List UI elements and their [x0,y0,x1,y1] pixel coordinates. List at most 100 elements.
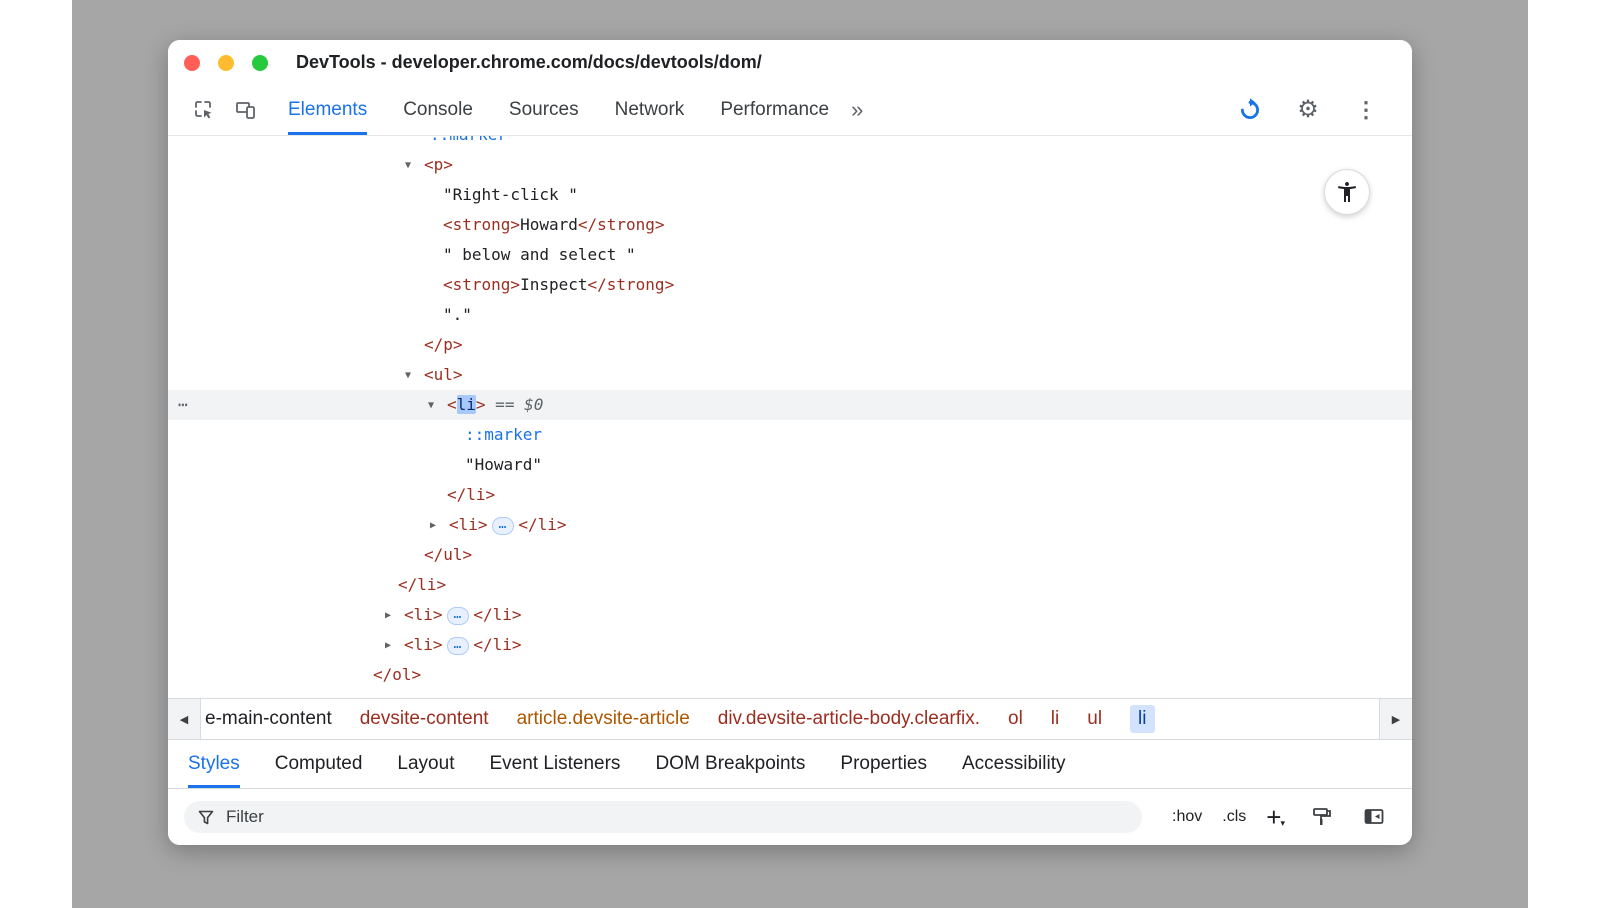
dom-tree-row[interactable]: "Howard" [168,450,1412,480]
dom-tree-row[interactable]: "Right-click " [168,180,1412,210]
tab-console[interactable]: Console [403,85,473,135]
dom-node-text: "." [443,305,472,324]
breadcrumb-items: e-main-content devsite-content article.dev… [201,699,1379,739]
collapse-arrow-icon[interactable]: ▶ [385,601,404,631]
tab-elements[interactable]: Elements [288,85,367,135]
traffic-lights [168,55,268,71]
dom-tree-row[interactable]: ▼<p> [168,150,1412,180]
breadcrumb-item[interactable]: ol [1008,708,1023,730]
dom-tree-row[interactable]: ▶<li>…</li> [168,630,1412,660]
dom-node-text: </li> [518,515,566,534]
dom-tree-row[interactable]: ▶<li>…</li> [168,600,1412,630]
breadcrumb-scroll-left-button[interactable]: ◀ [168,699,201,739]
inspect-element-icon[interactable] [188,94,220,126]
main-toolbar: Elements Console Sources Network Performance… [168,85,1412,136]
filter-input-wrap [184,801,1142,833]
breadcrumb-item[interactable]: article.devsite-article [517,708,690,730]
dom-tree-row[interactable]: ▼<ul> [168,360,1412,390]
sidebar-tab-properties[interactable]: Properties [840,740,927,788]
breadcrumb-item[interactable]: devsite-content [360,708,489,730]
sidebar-tab-styles[interactable]: Styles [188,740,240,788]
dom-tree-panel: ::marker▼<p>"Right-click "<strong>Howard… [168,136,1412,698]
dom-tree-row[interactable]: ▶<li>…</li> [168,510,1412,540]
sidebar-toggle-icon[interactable] [1358,801,1390,833]
tab-performance[interactable]: Performance [720,85,829,135]
dom-node-text: li [457,395,476,414]
dom-tree-row[interactable]: <strong>Inspect</strong> [168,270,1412,300]
minimize-button[interactable] [218,55,234,71]
kebab-glyph: ⋮ [1355,99,1377,121]
breadcrumb-item[interactable]: e-main-content [205,708,332,730]
dom-node-text: "Howard" [465,455,542,474]
dom-node-text: <li> [404,605,443,624]
devtools-window: DevTools - developer.chrome.com/docs/dev… [168,40,1412,845]
background: DevTools - developer.chrome.com/docs/dev… [72,0,1528,908]
dom-tree-row[interactable]: </li> [168,570,1412,600]
new-style-rule-button[interactable]: + ▾ [1266,804,1286,830]
dom-node-text: </ul> [424,545,472,564]
tab-network[interactable]: Network [615,85,685,135]
settings-gear-icon[interactable]: ⚙ [1292,94,1324,126]
dom-tree-row[interactable]: <strong>Howard</strong> [168,210,1412,240]
dom-tree-row[interactable]: </li> [168,480,1412,510]
dom-tree-row[interactable]: ::marker [168,136,1412,150]
accessibility-icon [1335,180,1359,204]
plus-glyph: + [1266,804,1281,830]
gear-glyph: ⚙ [1297,98,1319,122]
dom-tree-row[interactable]: </ul> [168,540,1412,570]
toolbar-right: ⚙ ⋮ [1234,85,1392,135]
dom-node-text: Howard [520,215,578,234]
tab-sources[interactable]: Sources [509,85,579,135]
breadcrumb-scroll-right-button[interactable]: ▶ [1379,699,1412,739]
filter-input[interactable] [224,806,1128,828]
dom-node-text: == [486,395,525,414]
element-classes-button[interactable]: .cls [1222,808,1246,826]
caret-icon: ▾ [1280,819,1285,828]
expand-arrow-icon[interactable]: ▼ [405,361,424,391]
breadcrumb-item[interactable]: li [1130,705,1154,733]
breadcrumb-item[interactable]: li [1051,708,1059,730]
update-available-icon[interactable] [1234,94,1266,126]
expand-arrow-icon[interactable]: ▼ [428,391,447,421]
device-toolbar-icon[interactable] [230,94,262,126]
dom-node-text: </p> [424,335,463,354]
dom-tree-row[interactable]: </ol> [168,660,1412,690]
sidebar-tab-accessibility[interactable]: Accessibility [962,740,1065,788]
dom-node-text: </li> [473,605,521,624]
dom-tree-row[interactable]: ⋯▼<li> == $0 [168,390,1412,420]
dom-node-text: " below and select " [443,245,636,264]
collapsed-content-pill[interactable]: … [447,637,470,655]
dom-node-text: </li> [447,485,495,504]
sidebar-tab-event-listeners[interactable]: Event Listeners [489,740,620,788]
dom-node-text: ::marker [465,425,542,444]
collapse-arrow-icon[interactable]: ▶ [430,511,449,541]
dom-tree-row[interactable]: "." [168,300,1412,330]
sidebar-tab-layout[interactable]: Layout [397,740,454,788]
maximize-button[interactable] [252,55,268,71]
sidebar-tab-computed[interactable]: Computed [275,740,363,788]
row-more-actions-icon[interactable]: ⋯ [178,390,189,420]
more-options-icon[interactable]: ⋮ [1350,94,1382,126]
collapse-arrow-icon[interactable]: ▶ [385,631,404,661]
breadcrumb: ◀ e-main-content devsite-content article.d… [168,698,1412,740]
dom-node-text: <strong> [443,275,520,294]
expand-arrow-icon[interactable]: ▼ [405,151,424,181]
paint-roller-icon[interactable] [1306,801,1338,833]
dom-node-text: "Right-click " [443,185,578,204]
more-tabs-button[interactable]: » [851,97,863,123]
dom-tree: ::marker▼<p>"Right-click "<strong>Howard… [168,136,1412,698]
close-button[interactable] [184,55,200,71]
collapsed-content-pill[interactable]: … [492,517,515,535]
breadcrumb-item[interactable]: div.devsite-article-body.clearfix. [718,708,980,730]
dom-tree-row[interactable]: ::marker [168,420,1412,450]
breadcrumb-item[interactable]: ul [1087,708,1102,730]
dom-tree-row[interactable]: " below and select " [168,240,1412,270]
dom-tree-row[interactable]: </p> [168,330,1412,360]
accessibility-button[interactable] [1324,169,1370,215]
collapsed-content-pill[interactable]: … [447,607,470,625]
toggle-element-state-button[interactable]: :hov [1172,808,1202,826]
sidebar-tab-dom-breakpoints[interactable]: DOM Breakpoints [655,740,805,788]
dom-node-text: Inspect [520,275,587,294]
dom-node-text: </ol> [373,665,421,684]
window-title: DevTools - developer.chrome.com/docs/dev… [296,52,762,73]
